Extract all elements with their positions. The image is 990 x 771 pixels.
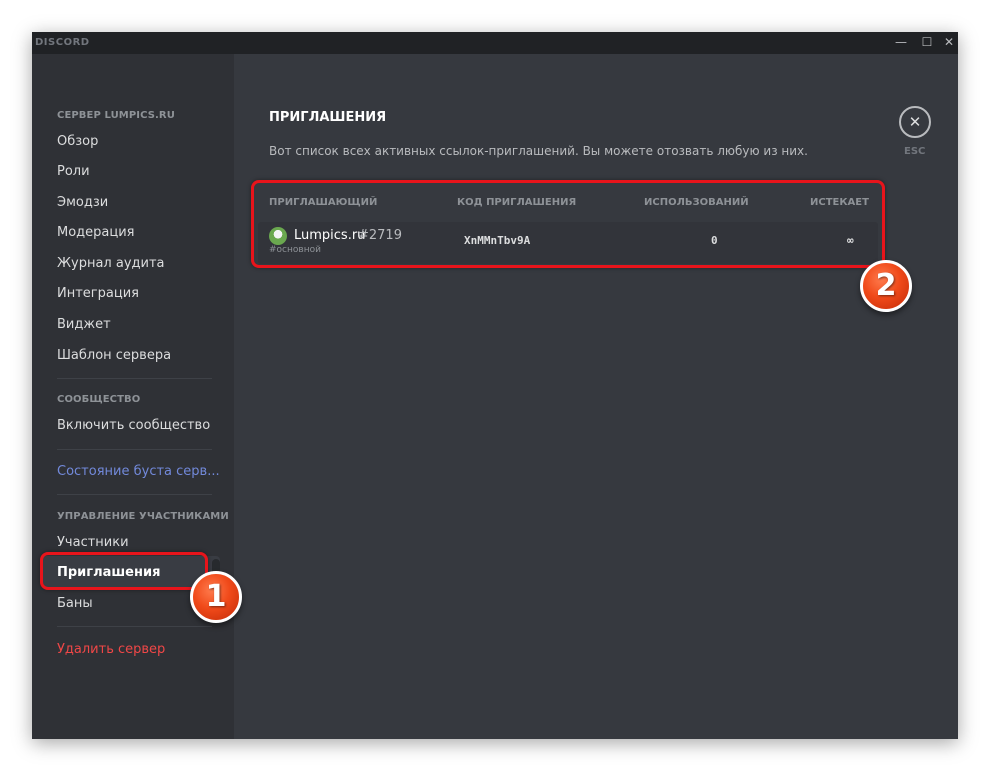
page-title: ПРИГЛАШЕНИЯ: [269, 110, 387, 125]
close-icon: ✕: [908, 113, 922, 131]
sidebar-divider: [57, 626, 212, 627]
sidebar-item-roles[interactable]: Роли: [57, 164, 90, 179]
sidebar-item-members[interactable]: Участники: [57, 535, 129, 550]
annotation-badge-1: 1: [190, 571, 242, 623]
sidebar-item-server-template[interactable]: Шаблон сервера: [57, 348, 171, 363]
sidebar-item-boost-status[interactable]: Состояние буста серв...: [57, 464, 220, 479]
discord-window: DISCORD — ☐ ✕ СЕРВЕР LUMPICS.RU Обзор Ро…: [32, 32, 958, 739]
discord-logo: DISCORD: [35, 37, 90, 48]
close-settings-button[interactable]: ✕: [899, 106, 931, 138]
annotation-badge-2: 2: [860, 260, 912, 312]
community-section-header: СООБЩЕСТВО: [57, 394, 141, 405]
annotation-highlight-invite-row: [251, 180, 885, 268]
server-section-header: СЕРВЕР LUMPICS.RU: [57, 110, 175, 121]
page-description: Вот список всех активных ссылок-приглаше…: [269, 144, 808, 158]
sidebar-item-delete-server[interactable]: Удалить сервер: [57, 642, 165, 657]
sidebar-item-bans[interactable]: Баны: [57, 596, 93, 611]
sidebar-divider: [57, 449, 212, 450]
esc-label: ESC: [904, 146, 926, 157]
sidebar-item-moderation[interactable]: Модерация: [57, 225, 135, 240]
annotation-highlight-invites: [40, 552, 208, 590]
close-window-button[interactable]: ✕: [936, 32, 958, 54]
minimize-button[interactable]: —: [888, 32, 914, 54]
title-bar: DISCORD — ☐ ✕: [32, 32, 958, 54]
settings-sidebar: СЕРВЕР LUMPICS.RU Обзор Роли Эмодзи Моде…: [32, 54, 234, 739]
sidebar-item-emoji[interactable]: Эмодзи: [57, 195, 108, 210]
sidebar-item-widget[interactable]: Виджет: [57, 317, 111, 332]
sidebar-item-overview[interactable]: Обзор: [57, 134, 98, 149]
sidebar-item-enable-community[interactable]: Включить сообщество: [57, 418, 210, 433]
sidebar-item-integrations[interactable]: Интеграция: [57, 286, 139, 301]
sidebar-item-audit-log[interactable]: Журнал аудита: [57, 256, 165, 271]
members-section-header: УПРАВЛЕНИЕ УЧАСТНИКАМИ: [57, 511, 229, 522]
sidebar-divider: [57, 494, 212, 495]
sidebar-divider: [57, 378, 212, 379]
